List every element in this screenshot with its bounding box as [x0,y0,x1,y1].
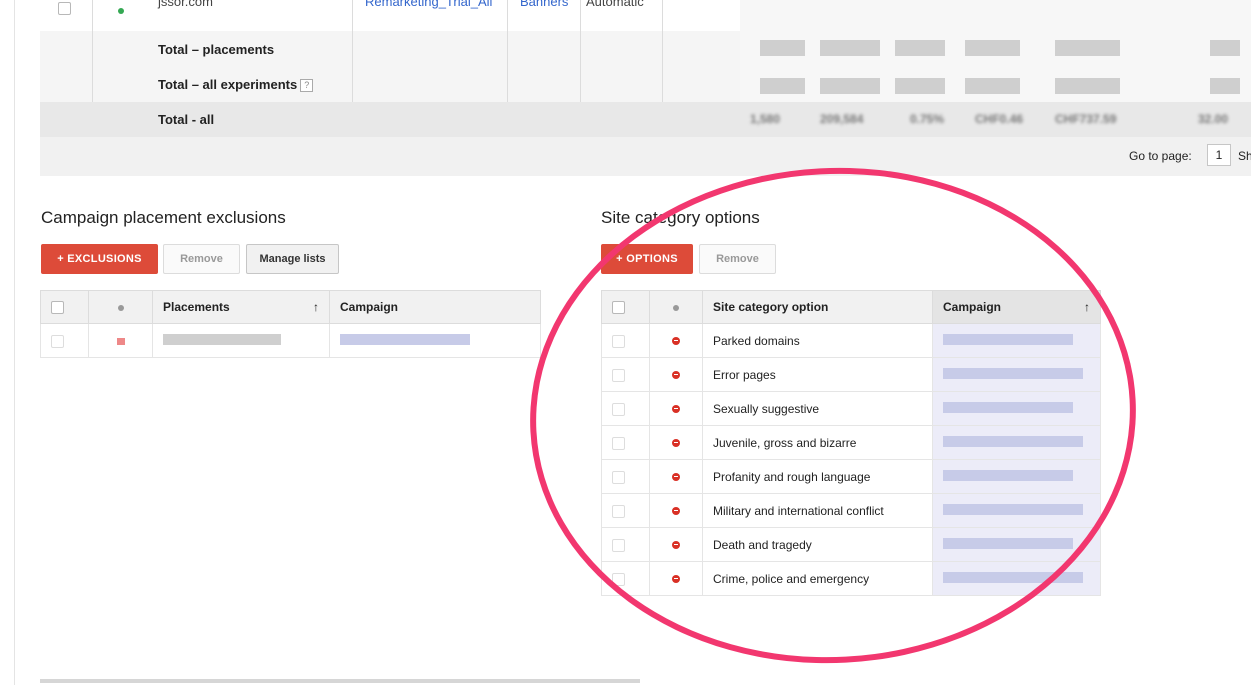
redacted-campaign [340,333,470,345]
placements-header-label: Placements [163,300,230,314]
placement-domain[interactable]: jssor.com [158,0,213,9]
manage-lists-button[interactable]: Manage lists [246,244,339,274]
go-to-page-label: Go to page: [1129,149,1192,163]
ad-type-link[interactable]: Banners [520,0,568,9]
total-all-ctr: 0.75% [910,112,945,126]
show-rows-label: Sh [1238,149,1251,163]
placement-exclusions-table: Placements ↑ Campaign [40,290,541,358]
table-row [40,323,541,358]
excluded-status-icon [116,337,125,345]
row-checkbox[interactable] [58,2,71,15]
select-all-checkbox[interactable] [51,301,64,315]
total-all-cost: CHF737.59 [1055,112,1117,126]
select-all-cell [40,290,89,324]
status-dot-icon [117,305,124,311]
pagination-bar: Go to page: 1 Sh [40,137,1251,176]
left-border [14,0,15,685]
placement-cell[interactable] [152,323,330,358]
bidding-value: Automatic [586,0,644,9]
total-all-clicks: 1,580 [750,112,781,126]
page-input[interactable]: 1 [1207,144,1231,166]
redacted-metrics [740,0,1251,102]
status-column-header [88,290,153,324]
footer-text-redacted [40,679,640,683]
status-cell [88,323,153,358]
total-all-row: Total - all 1,580 209,584 0.75% CHF0.46 … [40,102,1251,138]
total-all-cpc: CHF0.46 [975,112,1024,126]
campaign-link[interactable]: Remarketing_Trial_All [365,0,492,9]
row-select-cell [40,323,89,358]
total-all-conversions: 32.00 [1198,112,1229,126]
divider [507,0,508,102]
add-exclusions-button[interactable]: + EXCLUSIONS [41,244,158,274]
redacted-placement [163,333,281,345]
placement-exclusions-title: Campaign placement exclusions [41,208,286,227]
placements-column-header[interactable]: Placements ↑ [152,290,330,324]
total-experiments-label: Total – all experiments? [158,77,314,93]
plus-icon: + [57,253,68,265]
remove-exclusions-button[interactable]: Remove [163,244,240,274]
divider [580,0,581,102]
total-all-impressions: 209,584 [820,112,864,126]
divider [352,0,353,102]
table-header-row: Placements ↑ Campaign [40,290,541,324]
divider [662,0,663,102]
highlight-circle-annotation [517,152,1149,679]
campaign-cell[interactable] [329,323,541,358]
campaign-column-header[interactable]: Campaign [329,290,541,324]
total-experiments-text: Total – all experiments [158,77,298,92]
help-icon[interactable]: ? [300,79,314,93]
add-exclusions-label: EXCLUSIONS [67,253,142,265]
row-checkbox[interactable] [51,334,64,348]
status-dot-icon [118,8,124,14]
divider [92,0,93,102]
sort-arrow-icon: ↑ [313,300,319,314]
total-all-label: Total - all [158,112,215,127]
total-placements-label: Total – placements [158,42,275,57]
placements-performance-table: jssor.com Remarketing_Trial_All Banners … [40,0,1251,176]
